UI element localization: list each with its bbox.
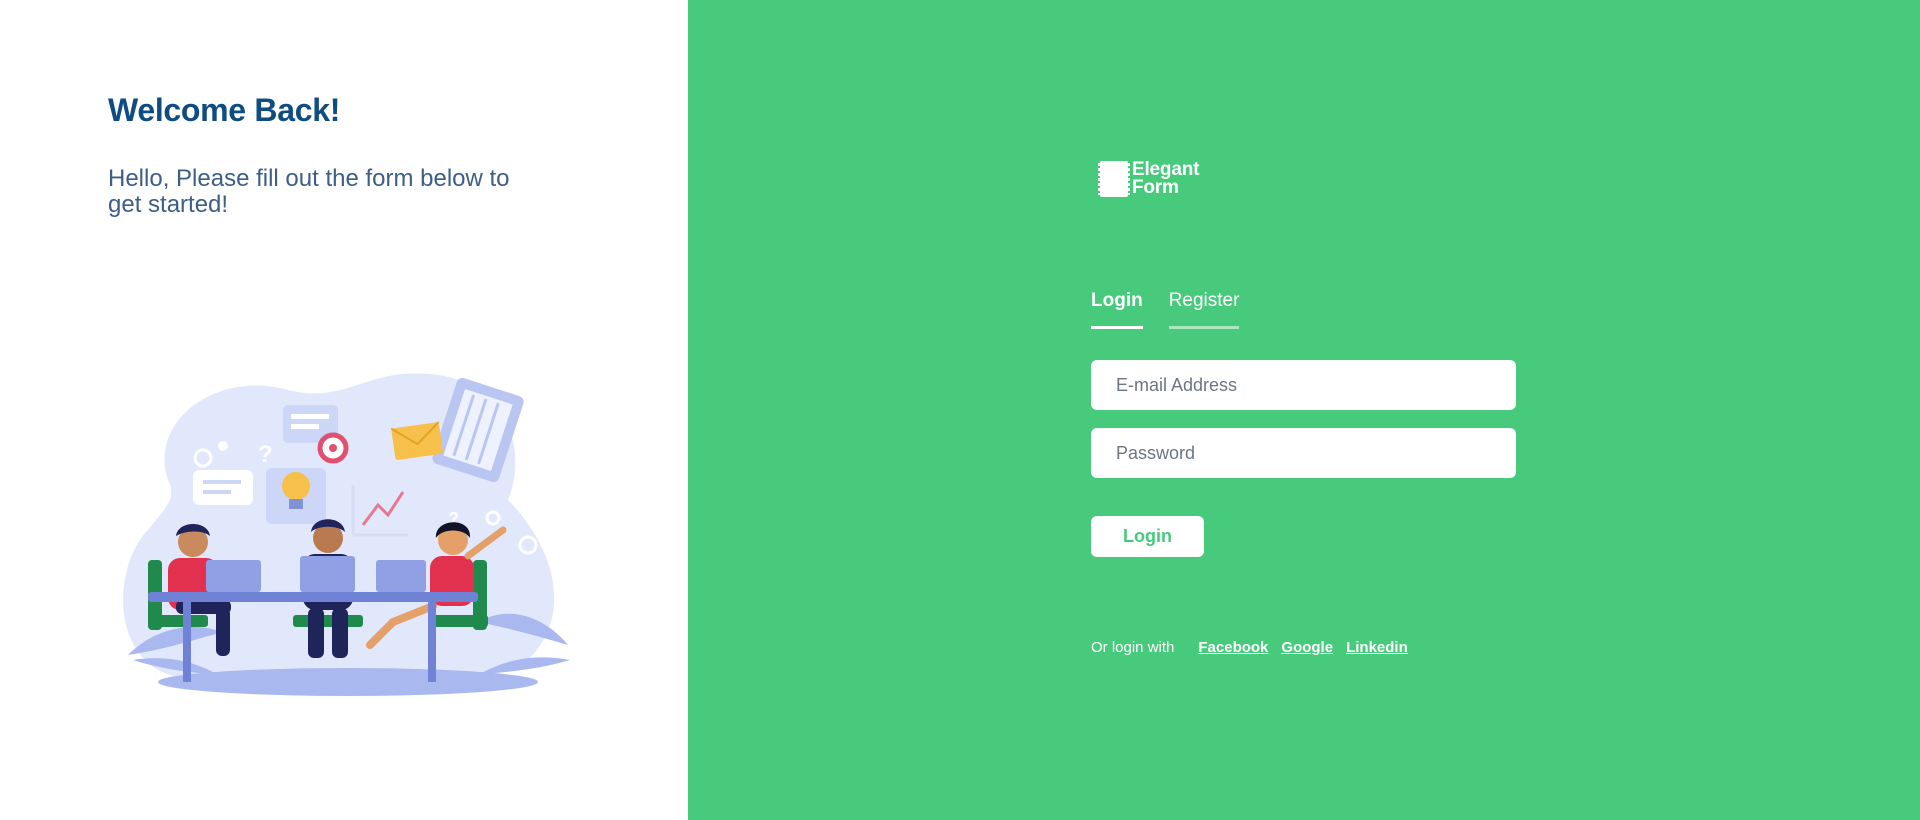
login-button[interactable]: Login <box>1091 516 1204 557</box>
welcome-heading: Welcome Back! <box>108 92 341 128</box>
email-field[interactable] <box>1091 360 1516 410</box>
stamp-icon <box>1098 161 1130 197</box>
logo-line-2: Form <box>1132 177 1179 198</box>
google-link[interactable]: Google <box>1281 639 1333 656</box>
left-panel: Welcome Back! Hello, Please fill out the… <box>0 0 688 820</box>
linkedin-link[interactable]: Linkedin <box>1346 639 1408 656</box>
brand-logo: Elegant Form <box>1098 160 1199 198</box>
logo-text: Elegant Form <box>1132 160 1199 198</box>
tab-login[interactable]: Login <box>1091 290 1143 329</box>
tab-register[interactable]: Register <box>1168 290 1240 329</box>
svg-text:?: ? <box>258 441 273 468</box>
social-login: Or login with Facebook Google Linkedin <box>1091 639 1421 656</box>
auth-tabs: Login Register <box>1091 290 1265 329</box>
login-panel <box>688 0 1920 820</box>
social-login-label: Or login with <box>1091 639 1175 656</box>
team-meeting-illustration: ? ? <box>123 373 570 696</box>
password-field[interactable] <box>1091 428 1516 478</box>
facebook-link[interactable]: Facebook <box>1198 639 1268 656</box>
welcome-subtitle: Hello, Please fill out the form below to… <box>108 165 510 218</box>
